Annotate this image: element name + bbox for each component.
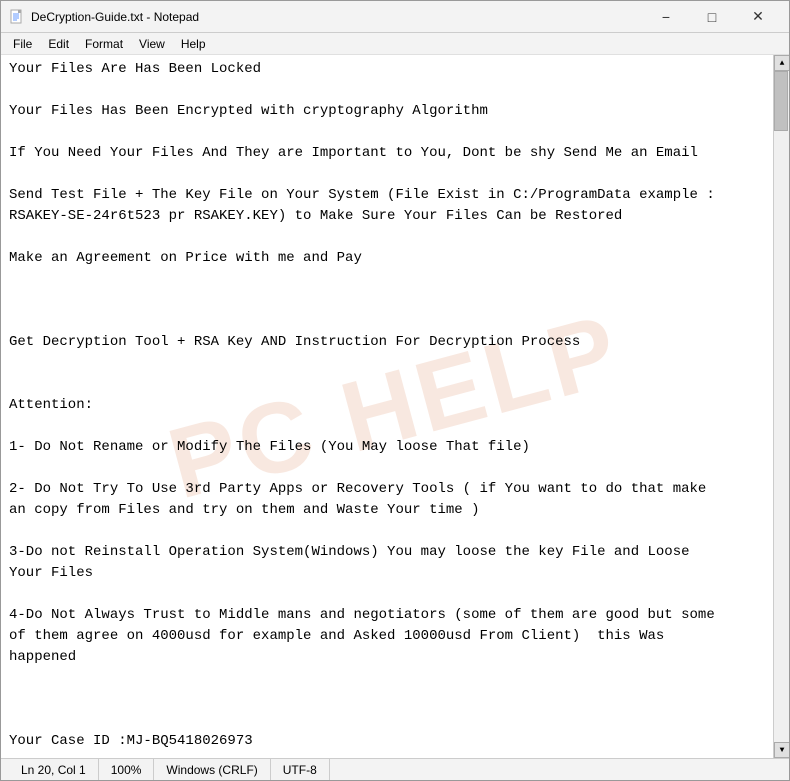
status-bar: Ln 20, Col 1 100% Windows (CRLF) UTF-8 (1, 758, 789, 780)
minimize-button[interactable]: − (643, 1, 689, 33)
window-title: DeCryption-Guide.txt - Notepad (31, 10, 643, 24)
menu-format[interactable]: Format (77, 35, 131, 53)
title-bar: DeCryption-Guide.txt - Notepad − □ ✕ (1, 1, 789, 33)
zoom-level: 100% (99, 759, 155, 780)
menu-edit[interactable]: Edit (40, 35, 77, 53)
content-area: PC HELP Your Files Are Has Been Locked Y… (1, 55, 789, 758)
window-controls: − □ ✕ (643, 1, 781, 33)
menu-view[interactable]: View (131, 35, 173, 53)
scroll-up-button[interactable]: ▲ (774, 55, 789, 71)
scrollbar-track[interactable] (774, 71, 789, 742)
vertical-scrollbar[interactable]: ▲ ▼ (773, 55, 789, 758)
text-editor[interactable]: Your Files Are Has Been Locked Your File… (1, 55, 773, 758)
menu-bar: File Edit Format View Help (1, 33, 789, 55)
notepad-window: DeCryption-Guide.txt - Notepad − □ ✕ Fil… (0, 0, 790, 781)
menu-file[interactable]: File (5, 35, 40, 53)
cursor-position: Ln 20, Col 1 (9, 759, 99, 780)
close-button[interactable]: ✕ (735, 1, 781, 33)
scrollbar-thumb[interactable] (774, 71, 788, 131)
scroll-down-button[interactable]: ▼ (774, 742, 789, 758)
encoding: UTF-8 (271, 759, 330, 780)
line-ending: Windows (CRLF) (154, 759, 270, 780)
menu-help[interactable]: Help (173, 35, 214, 53)
app-icon (9, 9, 25, 25)
maximize-button[interactable]: □ (689, 1, 735, 33)
